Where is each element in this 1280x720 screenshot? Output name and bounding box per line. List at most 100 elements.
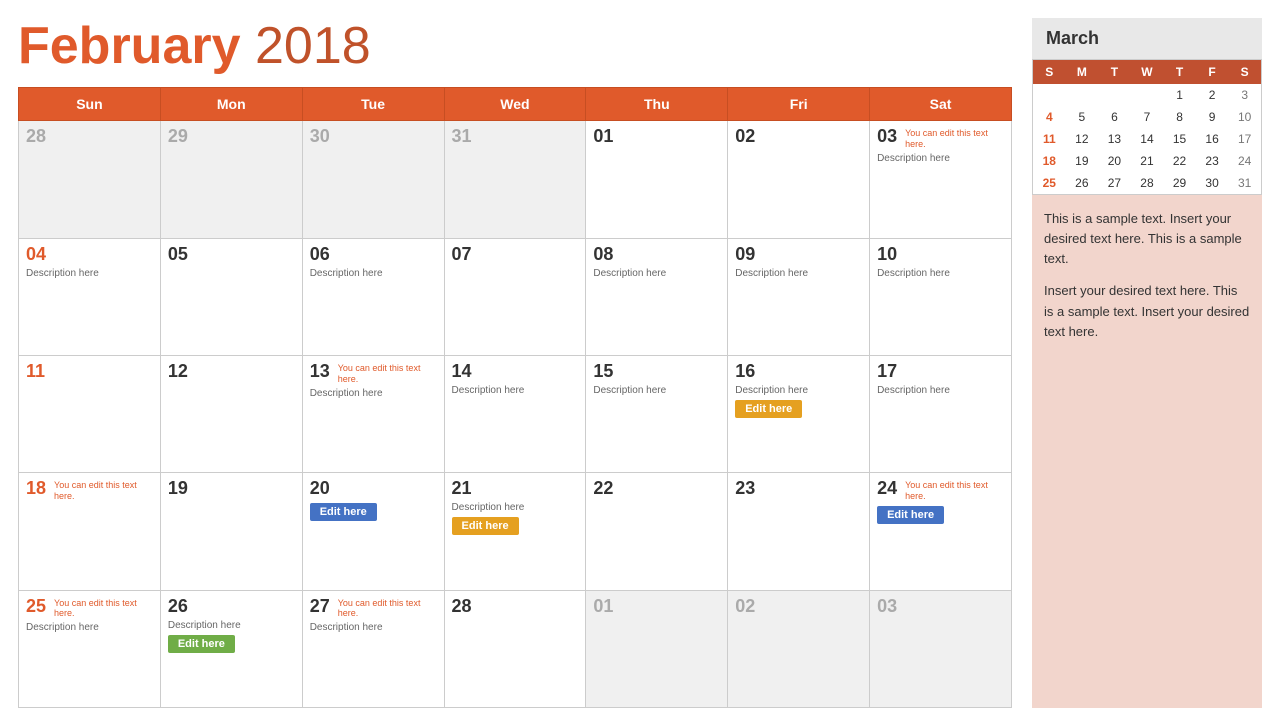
calendar-cell: 06Description here [302,238,444,355]
edit-button[interactable]: Edit here [452,517,519,535]
mini-cal-cell: 28 [1131,172,1164,194]
calendar-cell: 13You can edit this text here.Descriptio… [302,355,444,472]
mini-cal-cell: 13 [1098,128,1131,150]
mini-cal-cell: 14 [1131,128,1164,150]
day-top: 08 [593,244,720,265]
day-number: 27 [310,596,330,617]
calendar-cell: 23 [728,473,870,590]
day-top: 15 [593,361,720,382]
edit-button[interactable]: Edit here [735,400,802,418]
day-number: 16 [735,361,755,382]
calendar-cell: 07 [444,238,586,355]
day-description: Description here [168,620,295,631]
mini-cal-day-header: F [1196,60,1229,84]
day-number: 09 [735,244,755,265]
edit-button[interactable]: Edit here [168,635,235,653]
mini-cal-table: SMTWTFS 12345678910111213141516171819202… [1033,60,1261,194]
calendar-cell: 28 [444,590,586,707]
calendar-day-header: Sun [19,88,161,121]
day-top: 23 [735,478,862,499]
calendar-day-header: Tue [302,88,444,121]
edit-label-text: You can edit this text here. [905,480,1004,502]
mini-cal-day-header: S [1033,60,1066,84]
day-description: Description here [310,268,437,279]
day-top: 05 [168,244,295,265]
mini-cal-title: March [1032,18,1262,60]
day-number: 10 [877,244,897,265]
day-number: 13 [310,361,330,382]
mini-cal-cell: 26 [1066,172,1099,194]
mini-cal-cell: 29 [1163,172,1196,194]
mini-cal-cell: 16 [1196,128,1229,150]
calendar-cell: 02 [728,121,870,238]
mini-cal-cell: 24 [1228,150,1261,172]
edit-button[interactable]: Edit here [310,503,377,521]
mini-cal-cell: 20 [1098,150,1131,172]
day-top: 17 [877,361,1004,382]
day-number: 29 [168,126,188,147]
calendar-cell: 30 [302,121,444,238]
day-description: Description here [310,622,437,633]
mini-cal-day-header: T [1098,60,1131,84]
mini-cal-cell: 21 [1131,150,1164,172]
mini-cal-cell [1131,84,1164,106]
day-description: Description here [452,385,579,396]
day-number: 02 [735,126,755,147]
calendar-cell: 14 Description here [444,355,586,472]
mini-cal-cell: 4 [1033,106,1066,128]
calendar-title: February 2018 [18,18,1012,75]
mini-cal-rows: 1234567891011121314151617181920212223242… [1033,84,1261,194]
mini-cal-cell: 2 [1196,84,1229,106]
day-top: 02 [735,596,862,617]
edit-button[interactable]: Edit here [877,506,944,524]
calendar-day-header: Thu [586,88,728,121]
mini-cal-cell: 22 [1163,150,1196,172]
calendar-cell: 16Description hereEdit here [728,355,870,472]
day-top: 29 [168,126,295,147]
mini-cal-cell [1033,84,1066,106]
day-top: 01 [593,126,720,147]
day-number: 01 [593,596,613,617]
day-top: 28 [26,126,153,147]
mini-cal-cell [1066,84,1099,106]
calendar-body: 28293031010203You can edit this text her… [19,121,1012,708]
day-top: 01 [593,596,720,617]
day-top: 28 [452,596,579,617]
day-number: 28 [26,126,46,147]
day-number: 15 [593,361,613,382]
mini-cal-day-header: T [1163,60,1196,84]
day-number: 02 [735,596,755,617]
day-number: 30 [310,126,330,147]
side-text-2: Insert your desired text here. This is a… [1044,281,1250,341]
calendar-cell: 03You can edit this text here.Descriptio… [870,121,1012,238]
day-top: 13You can edit this text here. [310,361,437,385]
day-description: Description here [26,268,153,279]
day-top: 19 [168,478,295,499]
calendar-cell: 10Description here [870,238,1012,355]
main-calendar: February 2018 SunMonTueWedThuFriSat 2829… [18,18,1012,708]
day-number: 23 [735,478,755,499]
day-number: 03 [877,126,897,147]
day-number: 19 [168,478,188,499]
calendar-day-header: Fri [728,88,870,121]
side-text-1: This is a sample text. Insert your desir… [1044,209,1250,269]
day-top: 12 [168,361,295,382]
day-number: 17 [877,361,897,382]
day-top: 22 [593,478,720,499]
calendar-cell: 12 [160,355,302,472]
mini-cal-cell: 19 [1066,150,1099,172]
edit-label-text: You can edit this text here. [54,480,153,502]
side-panel: March SMTWTFS 12345678910111213141516171… [1032,18,1262,708]
calendar-cell: 11 [19,355,161,472]
day-number: 05 [168,244,188,265]
day-top: 14 [452,361,579,382]
day-top: 20 [310,478,437,499]
calendar-day-header: Mon [160,88,302,121]
calendar-cell: 02 [728,590,870,707]
calendar-cell: 09Description here [728,238,870,355]
mini-cal-cell: 30 [1196,172,1229,194]
day-top: 21 [452,478,579,499]
day-description: Description here [26,622,153,633]
day-number: 24 [877,478,897,499]
calendar-cell: 01 [586,121,728,238]
